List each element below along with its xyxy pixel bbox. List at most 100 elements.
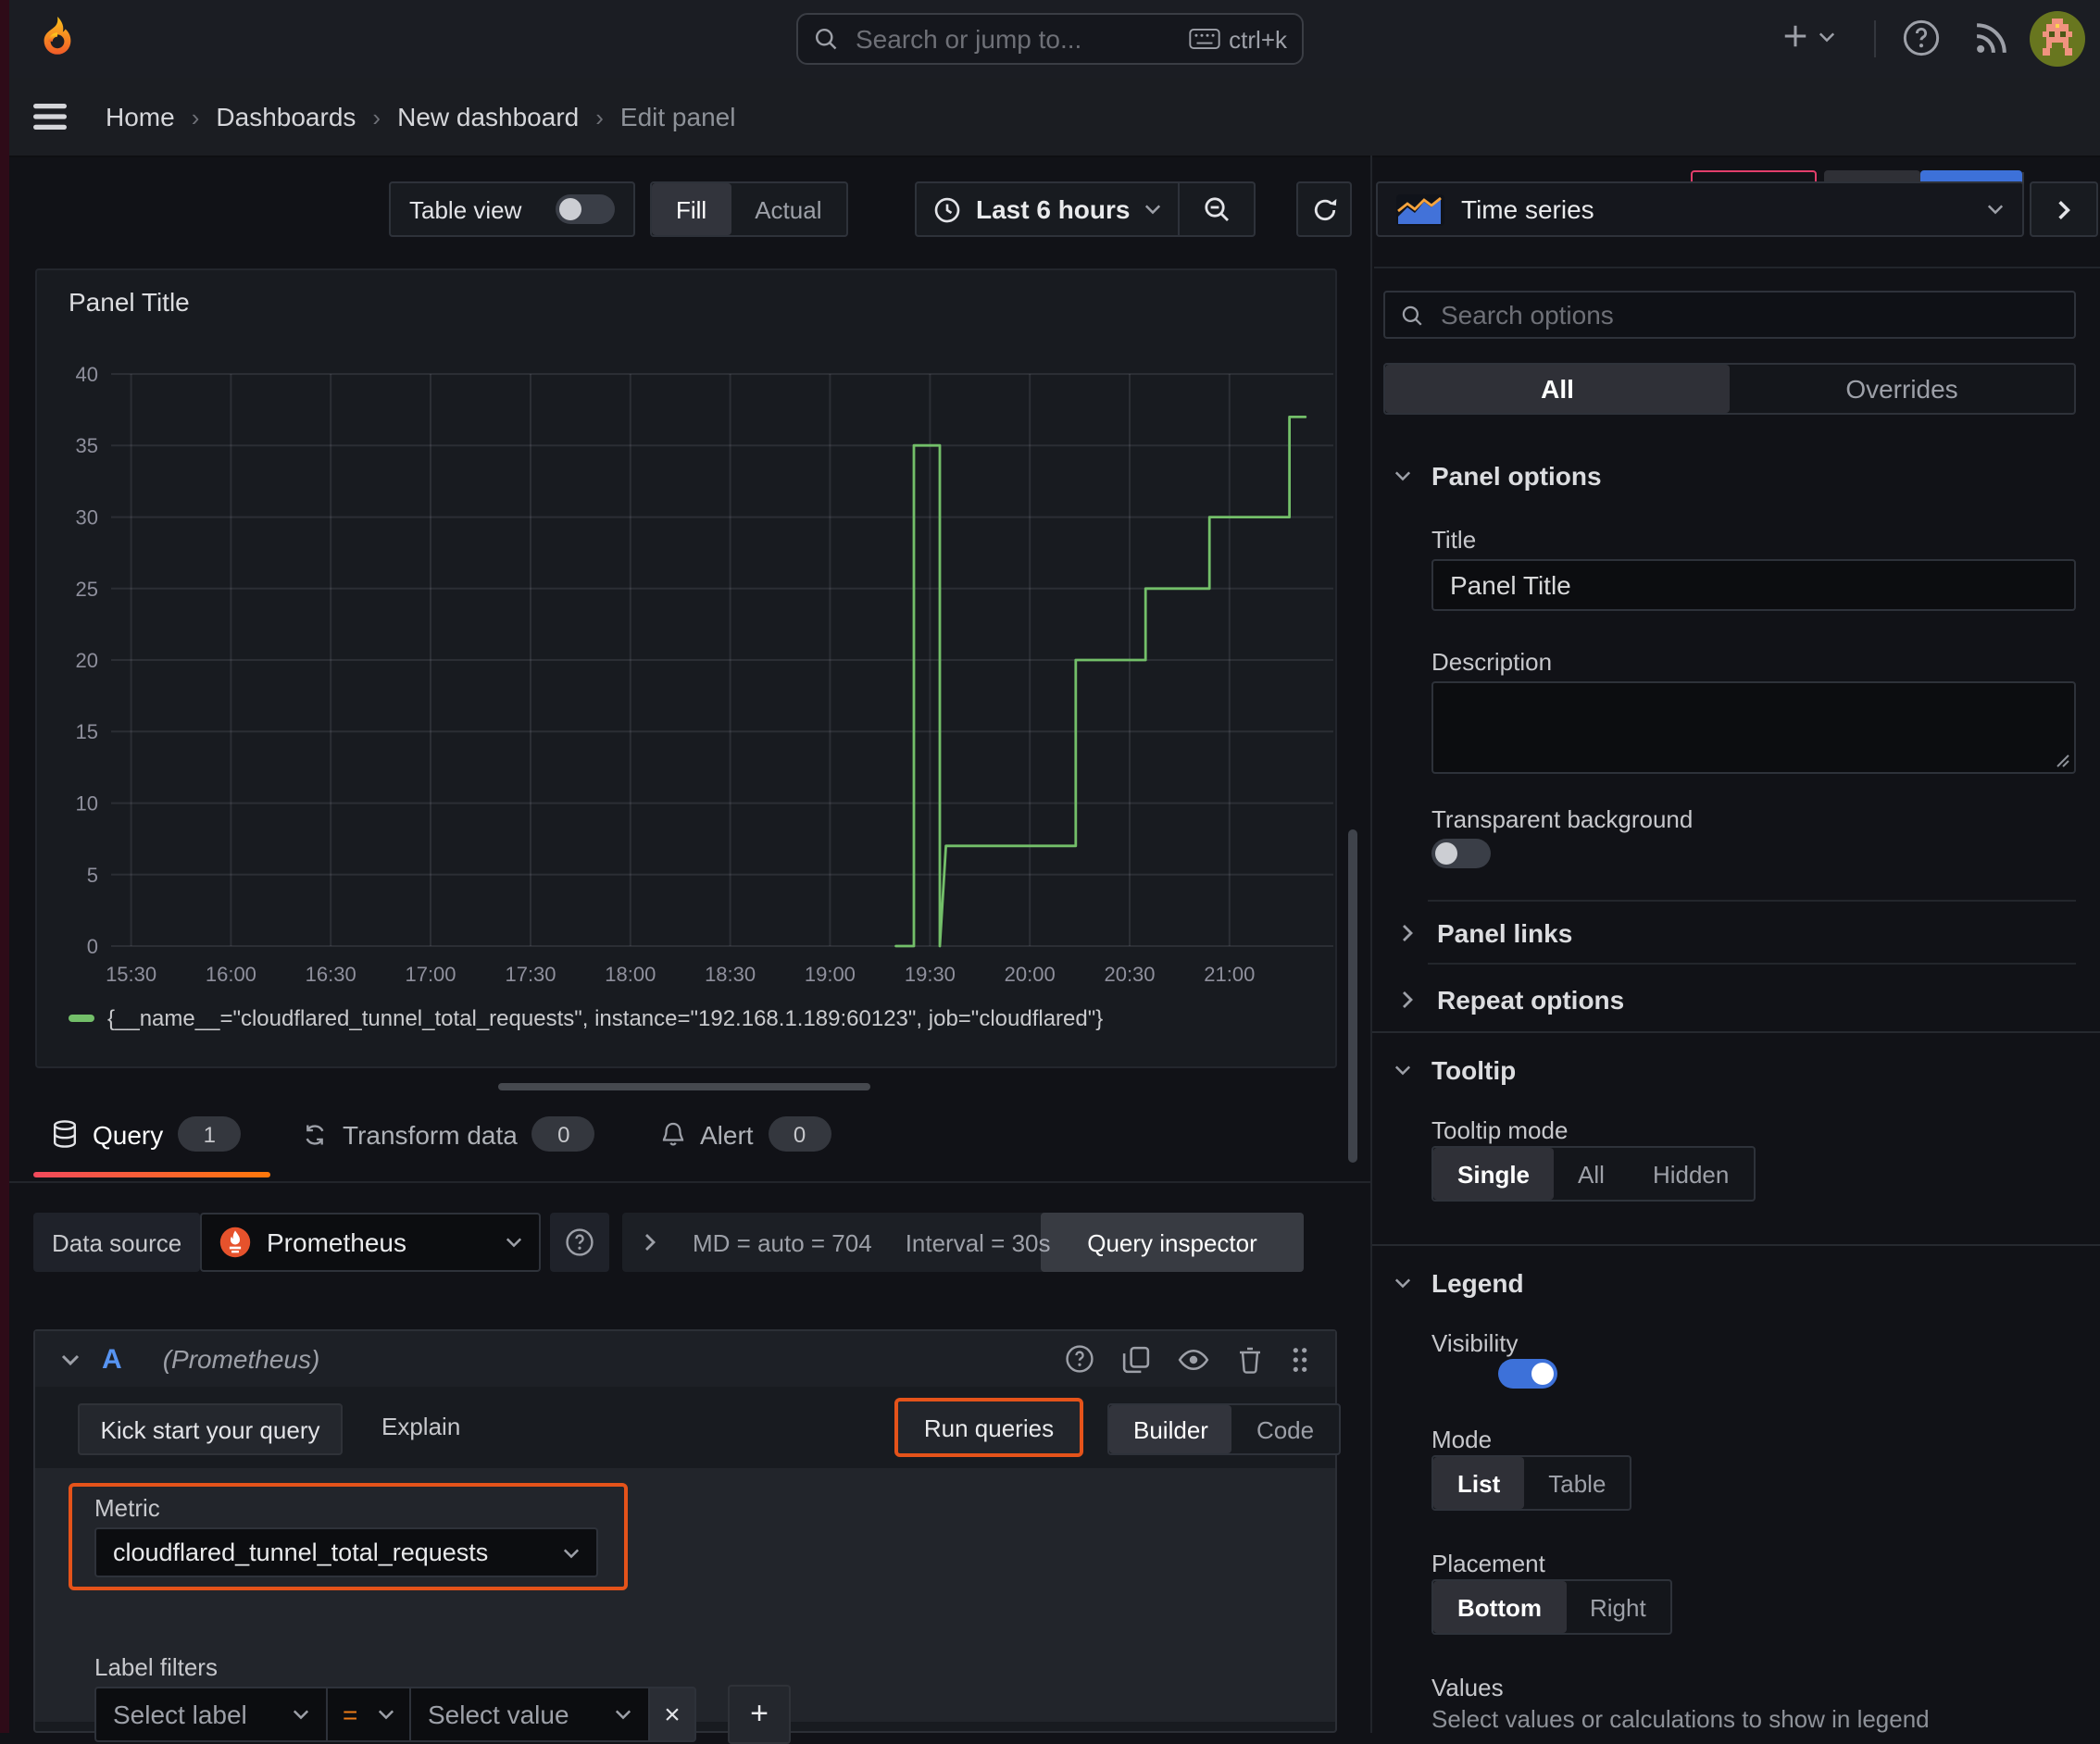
datasource-name: Prometheus <box>267 1227 406 1257</box>
svg-text:15:30: 15:30 <box>106 963 156 986</box>
select-value-dropdown[interactable]: Select value <box>409 1687 650 1742</box>
query-ref-id[interactable]: A <box>102 1343 122 1375</box>
tab-alert[interactable]: Alert 0 <box>661 1116 831 1152</box>
section-divider <box>1372 1244 2100 1246</box>
explain-label: Explain <box>381 1413 461 1440</box>
resize-corner-icon[interactable] <box>2056 754 2070 768</box>
breadcrumb-dashboards[interactable]: Dashboards <box>216 102 356 131</box>
kick-start-button[interactable]: Kick start your query <box>78 1403 343 1455</box>
svg-text:16:30: 16:30 <box>306 963 356 986</box>
svg-text:20:00: 20:00 <box>1005 963 1056 986</box>
metric-select[interactable]: cloudflared_tunnel_total_requests <box>94 1527 598 1577</box>
panel-links-title: Panel links <box>1437 918 1573 948</box>
svg-text:18:00: 18:00 <box>605 963 656 986</box>
news-rss-icon[interactable] <box>1974 20 2009 56</box>
mode-list-option[interactable]: List <box>1433 1457 1525 1509</box>
label-filters-label: Label filters <box>94 1653 218 1681</box>
visibility-label: Visibility <box>1431 1329 1519 1357</box>
datasource-picker[interactable]: Prometheus <box>200 1213 541 1272</box>
visibility-toggle[interactable] <box>1497 1359 1557 1389</box>
tab-transform[interactable]: Transform data 0 <box>302 1116 595 1152</box>
topnav-divider <box>1874 20 1876 57</box>
remove-filter-button[interactable]: × <box>648 1687 696 1742</box>
repeat-options-header[interactable]: Repeat options <box>1402 985 1624 1015</box>
global-search[interactable]: ctrl+k <box>796 13 1304 65</box>
svg-text:20: 20 <box>76 649 98 672</box>
datasource-help-button[interactable] <box>550 1213 609 1272</box>
delete-query-icon[interactable] <box>1237 1345 1263 1373</box>
legend-item[interactable]: {__name__="cloudflared_tunnel_total_requ… <box>69 1005 1103 1031</box>
keyboard-icon <box>1188 28 1219 50</box>
prometheus-icon <box>219 1226 252 1259</box>
query-help-icon[interactable] <box>1065 1344 1094 1374</box>
drag-handle-icon[interactable] <box>1291 1345 1309 1373</box>
legend-header[interactable]: Legend <box>1394 1268 1524 1298</box>
builder-option[interactable]: Builder <box>1109 1405 1232 1453</box>
query-inspector-label: Query inspector <box>1087 1228 1257 1256</box>
svg-text:30: 30 <box>76 506 98 529</box>
query-row-header[interactable]: A (Prometheus) <box>35 1331 1335 1387</box>
tab-overrides[interactable]: Overrides <box>1730 365 2074 413</box>
search-input[interactable] <box>852 22 1181 56</box>
zoom-out-icon[interactable] <box>1181 183 1255 235</box>
search-options-field[interactable] <box>1383 291 2076 339</box>
legend-swatch <box>69 1015 94 1022</box>
panel-title-input[interactable] <box>1433 561 2074 609</box>
title-input-wrap <box>1431 559 2076 611</box>
chevron-down-icon <box>378 1709 394 1720</box>
placement-bottom-option[interactable]: Bottom <box>1433 1581 1566 1633</box>
chevron-down-icon <box>1819 31 1835 42</box>
values-hint: Select values or calculations to show in… <box>1431 1705 1930 1733</box>
all-overrides-tabs: All Overrides <box>1383 363 2076 415</box>
search-options-input[interactable] <box>1437 298 2059 331</box>
chevron-down-icon <box>1145 204 1162 215</box>
description-textarea[interactable] <box>1433 683 2074 772</box>
tooltip-all-option[interactable]: All <box>1554 1148 1629 1200</box>
query-inspector-button[interactable]: Query inspector <box>1041 1213 1304 1272</box>
svg-text:35: 35 <box>76 434 98 457</box>
tab-query[interactable]: Query 1 <box>52 1116 242 1152</box>
add-filter-button[interactable]: + <box>728 1685 791 1744</box>
help-icon[interactable] <box>1902 19 1941 57</box>
grafana-logo-icon[interactable] <box>33 15 81 63</box>
breadcrumb-separator-icon: › <box>595 103 604 131</box>
breadcrumb-new-dashboard[interactable]: New dashboard <box>397 102 579 131</box>
database-icon <box>52 1120 78 1148</box>
tooltip-header[interactable]: Tooltip <box>1394 1055 1516 1085</box>
operator-dropdown[interactable]: = <box>326 1687 411 1742</box>
panel-links-header[interactable]: Panel links <box>1402 918 1572 948</box>
mega-menu-icon[interactable] <box>33 104 67 130</box>
avatar[interactable] <box>2030 11 2085 67</box>
add-new-button[interactable] <box>1781 22 1835 50</box>
visualization-picker[interactable]: Time series <box>1376 181 2024 237</box>
code-option[interactable]: Code <box>1232 1405 1338 1453</box>
interval: Interval = 30s <box>905 1228 1051 1256</box>
time-range-picker[interactable]: Last 6 hours <box>917 183 1179 235</box>
fill-option[interactable]: Fill <box>652 183 731 235</box>
datasource-row: Data source Prometheus MD = auto = 704 I… <box>0 1213 1370 1272</box>
transparent-bg-label: Transparent background <box>1431 805 1694 833</box>
active-tab-underline <box>33 1172 270 1177</box>
duplicate-query-icon[interactable] <box>1122 1345 1150 1373</box>
chevron-down-icon <box>293 1709 309 1720</box>
transparent-bg-toggle[interactable] <box>1431 839 1491 868</box>
svg-text:17:00: 17:00 <box>405 963 456 986</box>
panel-options-header[interactable]: Panel options <box>1394 461 1602 491</box>
breadcrumb-home[interactable]: Home <box>106 102 175 131</box>
tooltip-hidden-option[interactable]: Hidden <box>1629 1148 1753 1200</box>
refresh-button[interactable] <box>1296 181 1352 237</box>
datasource-label: Data source <box>33 1213 201 1272</box>
mode-table-option[interactable]: Table <box>1524 1457 1630 1509</box>
actual-option[interactable]: Actual <box>731 183 845 235</box>
select-label-dropdown[interactable]: Select label <box>94 1687 328 1742</box>
tab-all[interactable]: All <box>1385 365 1730 413</box>
tooltip-single-option[interactable]: Single <box>1433 1148 1555 1200</box>
panel-resize-handle[interactable] <box>498 1083 870 1090</box>
run-queries-button[interactable]: Run queries <box>924 1414 1054 1441</box>
placement-right-option[interactable]: Right <box>1566 1581 1670 1633</box>
toggle-visibility-icon[interactable] <box>1178 1347 1209 1371</box>
datasource-label-text: Data source <box>52 1228 182 1256</box>
chevron-down-icon[interactable] <box>61 1352 80 1365</box>
table-view-toggle[interactable] <box>556 194 615 224</box>
expand-viz-button[interactable] <box>2030 181 2098 237</box>
